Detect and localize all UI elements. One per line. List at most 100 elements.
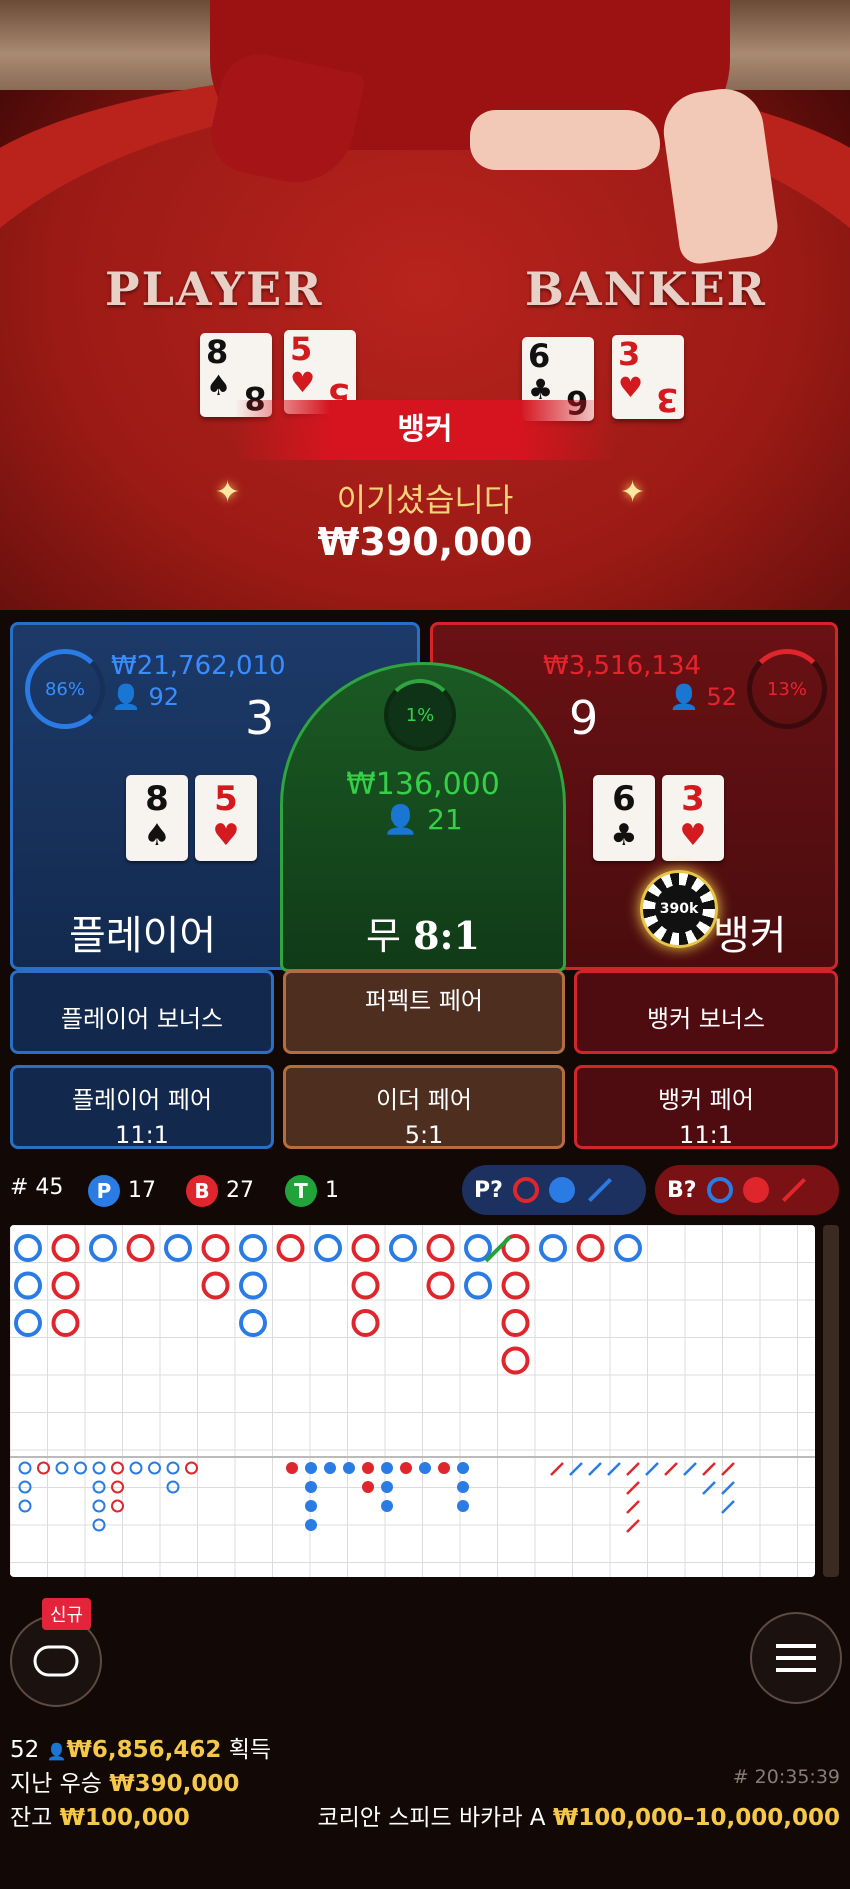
red-ring-icon	[512, 1177, 539, 1203]
bead-dot	[457, 1481, 469, 1493]
player-predict-button[interactable]: P?	[462, 1165, 646, 1215]
bead-dot	[305, 1500, 317, 1512]
big-road-mark	[239, 1234, 267, 1262]
table-banker-label: BANKER	[525, 262, 767, 316]
cockroach-mark	[721, 1462, 735, 1476]
big-road-mark	[426, 1234, 455, 1262]
card-suit: ♣	[610, 818, 638, 853]
banker-pair-button[interactable]: 뱅커 페어 11:1	[574, 1065, 838, 1149]
chip-value: 390k	[655, 885, 703, 933]
card-suit: ♥	[290, 366, 316, 399]
banker-pair-label: 뱅커 페어	[658, 1086, 754, 1114]
new-badge: 신규	[42, 1598, 92, 1630]
red-dot-icon	[742, 1177, 769, 1203]
player-dot-icon: P	[88, 1175, 120, 1207]
bead-dot	[381, 1481, 393, 1493]
bet-limits: ₩100,000–10,000,000	[552, 1805, 840, 1831]
tie-label-row: 무 8:1	[283, 905, 563, 960]
card-rank: 3	[618, 335, 641, 373]
either-pair-button[interactable]: 이더 페어 5:1	[283, 1065, 565, 1149]
banker-score: 9	[569, 691, 599, 745]
banker-predict-label: B?	[667, 1177, 697, 1203]
bead-dot	[324, 1462, 336, 1474]
win-message: 이기셨습니다	[336, 481, 514, 519]
balance-line: 잔고 ₩100,000	[10, 1798, 190, 1832]
player-card-2: 5 ♥	[195, 775, 257, 861]
perfect-pair-label: 퍼펙트 페어	[364, 987, 484, 1015]
big-road-mark	[351, 1234, 380, 1262]
win-amount: ₩390,000	[317, 520, 533, 564]
last-win-line: 지난 우승 ₩390,000	[10, 1764, 239, 1798]
tie-percent: 1%	[405, 704, 435, 726]
tie-percent-ring: 1%	[384, 679, 456, 751]
player-bonus-button[interactable]: 플레이어 보너스	[10, 970, 274, 1054]
banker-bonus-label: 뱅커 보너스	[646, 1005, 766, 1033]
small-road-mark	[111, 1499, 124, 1513]
player-wins-count: 17	[128, 1178, 156, 1203]
round-number: # 45	[10, 1175, 64, 1200]
blue-slash-icon	[587, 1177, 612, 1203]
banker-total-bet: ₩3,516,134	[543, 651, 702, 681]
big-road-mark	[239, 1271, 267, 1300]
small-road-mark	[18, 1461, 32, 1475]
either-pair-odds: 5:1	[404, 1121, 444, 1149]
big-road-mark	[201, 1271, 230, 1300]
big-road-mark	[239, 1309, 267, 1337]
table-info-line: 코리안 스피드 바카라 A ₩100,000–10,000,000	[317, 1798, 840, 1832]
game-id: # 20:35:39	[732, 1766, 840, 1788]
menu-button[interactable]	[750, 1612, 842, 1704]
small-road-mark	[92, 1499, 106, 1513]
last-win-amount: ₩390,000	[109, 1771, 240, 1797]
banker-predict-button[interactable]: B?	[655, 1165, 839, 1215]
roadmap-scrollbar[interactable]	[823, 1225, 839, 1577]
player-predict-label: P?	[474, 1177, 503, 1203]
big-road-mark	[501, 1346, 530, 1375]
big-road-mark	[14, 1234, 42, 1262]
roadmap-grid	[10, 1225, 815, 1577]
cockroach-mark	[683, 1462, 697, 1476]
person-icon: 👤	[111, 683, 141, 711]
tie-wins-stat: T1	[285, 1175, 339, 1207]
banker-percent-ring: 13%	[747, 649, 827, 729]
bead-dot	[400, 1462, 412, 1474]
cockroach-mark	[626, 1500, 640, 1514]
card-suit: ♥	[679, 818, 707, 853]
banker-percent: 13%	[766, 678, 807, 700]
player-pair-button[interactable]: 플레이어 페어 11:1	[10, 1065, 274, 1149]
bead-dot	[305, 1481, 317, 1493]
chat-bubble-icon	[33, 1645, 79, 1677]
cockroach-mark	[588, 1462, 602, 1476]
card-suit: ♠	[206, 369, 232, 402]
card-rank: 8	[145, 779, 169, 819]
player-percent: 86%	[44, 678, 85, 700]
card-rank: 6	[528, 337, 551, 375]
banker-card-2: 3 ♥	[662, 775, 724, 861]
banker-pair-odds: 11:1	[679, 1121, 733, 1149]
cockroach-mark	[702, 1462, 716, 1476]
small-road-mark	[92, 1461, 106, 1475]
card-rank: 3	[655, 381, 678, 419]
perfect-pair-button[interactable]: 퍼펙트 페어	[283, 970, 565, 1054]
player-total-bet: ₩21,762,010	[111, 651, 286, 681]
card-rank: 8	[206, 333, 229, 371]
banker-dot-icon: B	[186, 1175, 218, 1207]
big-road-mark	[464, 1271, 492, 1300]
big-road-mark	[51, 1234, 80, 1262]
scoreboard-roadmap[interactable]	[10, 1225, 815, 1577]
hamburger-menu-icon	[776, 1644, 816, 1672]
banker-wins-stat: B 27	[186, 1175, 254, 1207]
big-road-mark	[314, 1234, 342, 1262]
card-rank: 5	[290, 330, 313, 368]
big-road-mark	[351, 1309, 380, 1337]
banker-bonus-button[interactable]: 뱅커 보너스	[574, 970, 838, 1054]
player-label: 플레이어	[69, 913, 217, 959]
cockroach-mark	[721, 1500, 735, 1514]
cockroach-mark	[626, 1462, 640, 1476]
banker-count-row: 👤 52	[669, 683, 737, 711]
tie-label: 무	[366, 914, 401, 958]
cockroach-mark	[626, 1519, 640, 1533]
big-road-mark	[51, 1271, 80, 1300]
banker-wins-count: 27	[226, 1178, 254, 1203]
red-slash-icon	[781, 1177, 806, 1203]
tie-bet-spot[interactable]: 1% ₩136,000 👤 21 무 8:1	[280, 662, 566, 972]
